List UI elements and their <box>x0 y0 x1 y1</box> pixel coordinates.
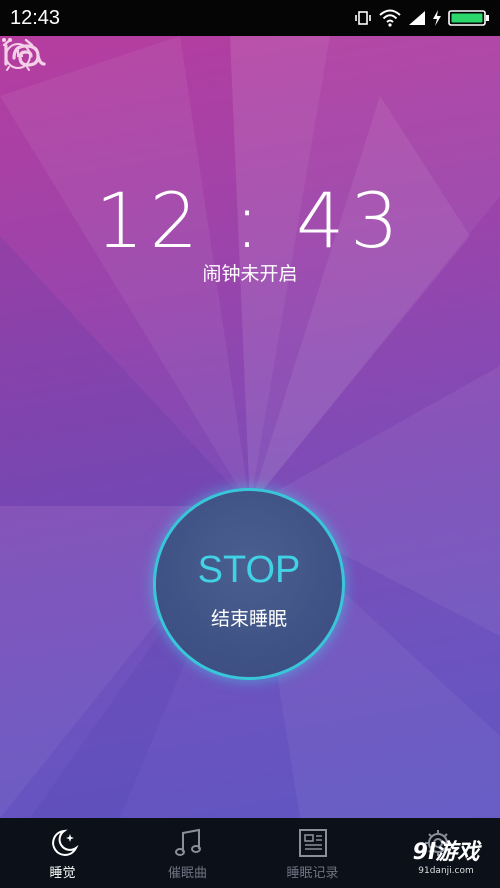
status-bar: 12:43 <box>0 0 500 36</box>
tab-sleep[interactable]: 睡觉 <box>0 818 125 888</box>
watermark-main: 9l游戏 <box>412 840 480 865</box>
charging-icon <box>433 10 441 26</box>
sleep-app-screen: 12:43 12: 43 闹钟未开启 STOP 结束睡眠 睡觉 催眠曲 睡眠记… <box>0 0 500 888</box>
status-time: 12:43 <box>10 6 61 29</box>
watermark: 9l游戏 91danji.com <box>394 840 498 886</box>
clock-time: 12 : 43 <box>95 176 405 265</box>
tab-sleep-record-label: 睡眠记录 <box>286 866 339 881</box>
alarm-clock-icon[interactable] <box>0 36 36 72</box>
background-rays <box>0 36 500 818</box>
tab-sleep-record[interactable]: 睡眠记录 <box>250 818 375 888</box>
tab-sleep-label: 睡觉 <box>49 866 76 881</box>
status-icons <box>354 9 490 27</box>
vibrate-icon <box>355 11 371 25</box>
wifi-icon <box>379 9 401 27</box>
watermark-sub: 91danji.com <box>418 866 474 876</box>
stop-sublabel: 结束睡眠 <box>210 608 287 630</box>
stop-sleep-button[interactable]: STOP 结束睡眠 <box>156 491 342 677</box>
stop-label: STOP <box>197 549 301 591</box>
battery-icon <box>448 10 489 26</box>
tab-lullaby[interactable]: 催眠曲 <box>125 818 250 888</box>
moon-star-icon <box>51 829 78 856</box>
tab-lullaby-label: 催眠曲 <box>167 866 207 881</box>
music-note-icon <box>174 828 201 856</box>
alarm-status-text: 闹钟未开启 <box>202 263 298 285</box>
signal-icon <box>409 11 425 25</box>
record-list-icon <box>298 829 327 857</box>
background: 12 : 43 闹钟未开启 STOP 结束睡眠 <box>0 36 500 818</box>
